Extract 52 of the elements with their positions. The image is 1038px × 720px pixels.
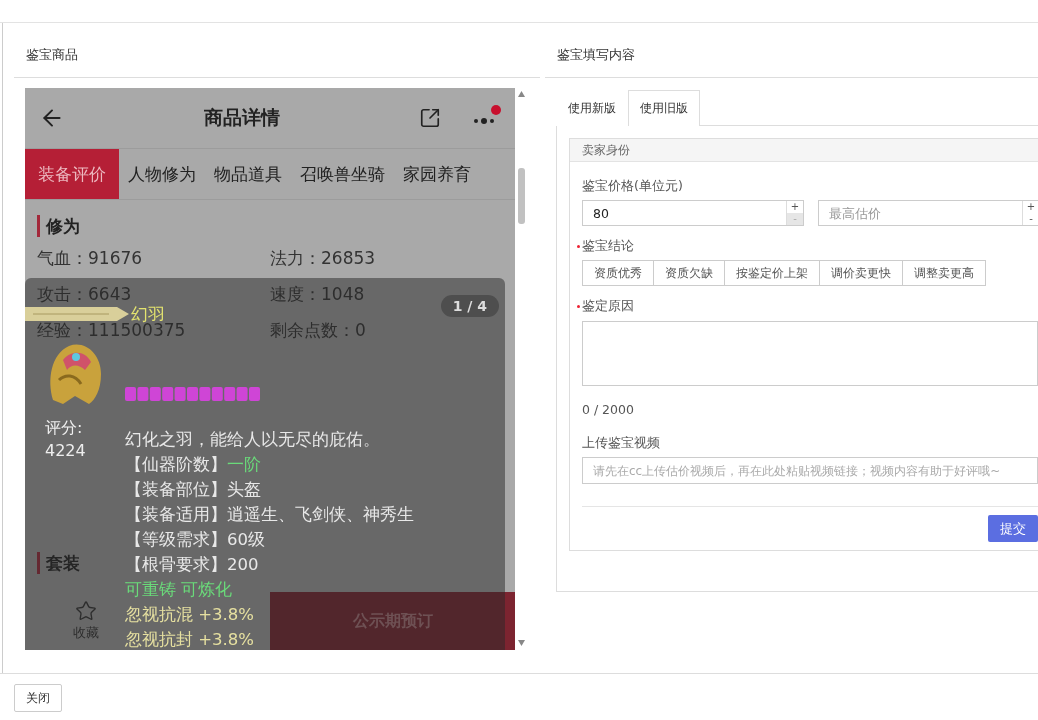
attribute-value: 200	[227, 554, 259, 576]
section-title: 鉴宝商品	[26, 46, 78, 64]
close-button[interactable]: 关闭	[14, 684, 62, 712]
category-tab[interactable]: 人物修为	[119, 149, 205, 199]
stat-text: 剩余点数：0	[270, 318, 366, 342]
number-field[interactable]: 最高估价 + -	[818, 200, 1038, 226]
item-name: 幻羽	[131, 302, 165, 324]
page-counter: 1 / 4	[440, 295, 499, 317]
attribute-label: 【装备适用】	[125, 504, 227, 526]
attribute-label: 【装备部位】	[125, 479, 227, 501]
character-counter: 0 / 2000	[582, 402, 635, 417]
version-tab[interactable]: 使用旧版	[628, 90, 700, 126]
category-tab[interactable]: 物品道具	[205, 149, 291, 199]
star-icon	[75, 600, 97, 622]
attribute-value: 头盔	[227, 479, 261, 501]
attribute-value: 一阶	[227, 454, 261, 476]
conclusion-option[interactable]: 按鉴定价上架	[724, 260, 820, 286]
number-field[interactable]: 80 + -	[582, 200, 804, 226]
field-label: 鉴宝价格(单位元)	[582, 178, 684, 194]
stat-text: 速度：1048	[270, 282, 365, 306]
conclusion-option[interactable]: 调整卖更高	[902, 260, 986, 286]
attribute-value: 逍遥生、飞剑侠、神秀生	[227, 504, 414, 526]
stat-text: 气血：91676	[37, 246, 143, 270]
attribute-label: 【根骨要求】	[125, 554, 227, 576]
conclusion-option[interactable]: 资质优秀	[582, 260, 654, 286]
video-link-field[interactable]: 请先在cc上传估价视频后，再在此处粘贴视频链接；视频内容有助于好评哦~	[582, 457, 1038, 484]
conclusion-option[interactable]: 调价卖更快	[819, 260, 903, 286]
tooltip-line: 忽视抗封 +3.8%	[125, 629, 254, 650]
stat-text: 攻击：6643	[37, 282, 132, 306]
page-title: 商品详情	[203, 105, 281, 130]
submit-button[interactable]: 提交	[988, 515, 1038, 542]
section-heading: 套装	[37, 552, 80, 574]
panel-title: 卖家身份	[570, 139, 1038, 162]
category-tab[interactable]: 召唤兽坐骑	[291, 149, 394, 199]
section-title: 鉴宝填写内容	[557, 46, 635, 64]
category-tab[interactable]: 装备评价	[25, 149, 119, 199]
conclusion-option[interactable]: 资质欠缺	[653, 260, 725, 286]
field-label: 上传鉴宝视频	[582, 435, 661, 451]
tooltip-line: 忽视抗混 +3.8%	[125, 604, 254, 626]
attribute-label: 【仙器阶数】	[125, 454, 227, 476]
attribute-label: 【等级需求】	[125, 529, 227, 551]
category-tab[interactable]: 家园养育	[394, 149, 480, 199]
section-heading: 修为	[37, 215, 80, 237]
score-label: 评分:	[45, 418, 84, 439]
stat-text: 法力：26853	[270, 246, 376, 270]
tooltip-line: 可重铸 可炼化	[125, 579, 233, 601]
score-value: 4224	[45, 441, 87, 460]
field-label: 鉴定原因	[582, 298, 634, 314]
field-label: 鉴宝结论	[582, 238, 634, 254]
share-icon[interactable]	[419, 107, 441, 129]
tooltip-line: 幻化之羽，能给人以无尽的庇佑。	[125, 429, 380, 451]
attribute-value: 60级	[227, 529, 265, 551]
